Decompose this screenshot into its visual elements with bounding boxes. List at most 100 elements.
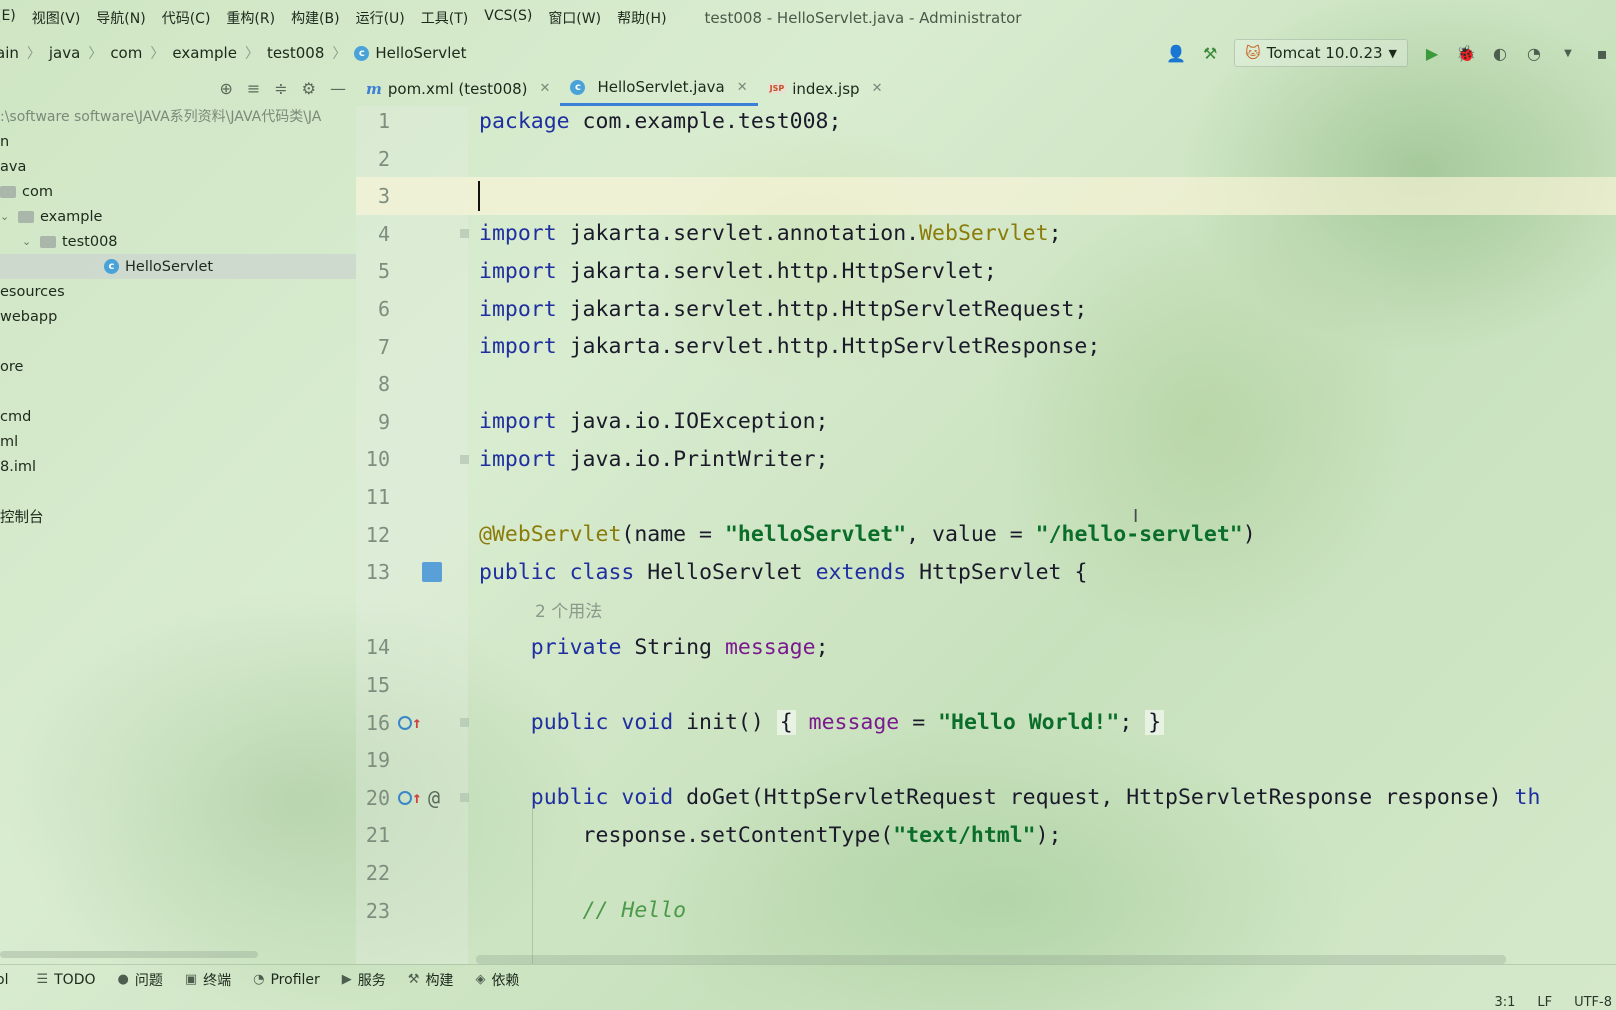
code-text[interactable]: public void doGet(HttpServletRequest req…: [479, 785, 1541, 810]
menu-item[interactable]: 窗口(W): [540, 8, 609, 28]
menu-item[interactable]: 导航(N): [88, 8, 153, 28]
tool-window-button[interactable]: ▣ 终端: [185, 970, 231, 990]
more-actions-icon[interactable]: ▼: [1558, 43, 1578, 63]
tool-window-button[interactable]: ● 问题: [118, 970, 163, 990]
breadcrumb-item[interactable]: c HelloServlet: [354, 44, 466, 62]
menu-item[interactable]: 构建(B): [283, 8, 348, 28]
code-line[interactable]: 9 import java.io.IOException;: [356, 403, 1616, 441]
chevron-down-icon[interactable]: ⌄: [0, 210, 14, 223]
fold-marker-icon[interactable]: [460, 718, 469, 728]
code-line[interactable]: 21 response.setContentType("text/html");: [356, 816, 1616, 854]
menu-item[interactable]: (E): [0, 8, 24, 28]
breadcrumb-item[interactable]: com: [110, 44, 142, 62]
code-line[interactable]: 23 // Hello: [356, 892, 1616, 930]
run-configuration-selector[interactable]: 🐱 Tomcat 10.0.23 ▼: [1234, 39, 1408, 67]
code-line[interactable]: 22: [356, 854, 1616, 892]
code-text[interactable]: public class HelloServlet extends HttpSe…: [479, 560, 1087, 585]
code-line[interactable]: 7 import jakarta.servlet.http.HttpServlet…: [356, 328, 1616, 366]
code-line[interactable]: 19: [356, 741, 1616, 779]
code-text[interactable]: // Hello: [479, 898, 687, 923]
code-text[interactable]: import java.io.PrintWriter;: [479, 447, 829, 472]
editor-horizontal-scrollbar[interactable]: [476, 955, 1506, 964]
tree-item[interactable]: [0, 379, 356, 404]
close-icon[interactable]: ✕: [540, 81, 551, 96]
code-line[interactable]: 13 public class HelloServlet extends Http…: [356, 553, 1616, 591]
menu-item[interactable]: 工具(T): [413, 8, 476, 28]
endpoint-icon[interactable]: @: [428, 786, 440, 810]
code-text[interactable]: @WebServlet(name = "helloServlet", value…: [479, 522, 1256, 547]
overrides-arrow-icon[interactable]: ↑: [412, 788, 422, 807]
tree-item[interactable]: webapp: [0, 304, 356, 329]
project-horizontal-scrollbar[interactable]: [0, 951, 258, 958]
tree-item[interactable]: ava: [0, 154, 356, 179]
tree-item[interactable]: ore: [0, 354, 356, 379]
gear-icon[interactable]: ⚙: [302, 79, 316, 98]
tree-item[interactable]: ⌄ test008: [0, 229, 356, 254]
tree-item[interactable]: [0, 329, 356, 354]
code-line[interactable]: 16 public void init() { message = "Hello…: [356, 704, 1616, 742]
breadcrumb-item[interactable]: java: [49, 44, 80, 62]
editor-tab[interactable]: c HelloServlet.java ✕: [560, 71, 758, 106]
tool-window-button[interactable]: ⚒ 构建: [408, 970, 454, 990]
chevron-down-icon[interactable]: ⌄: [22, 235, 36, 248]
code-line[interactable]: 11: [356, 478, 1616, 516]
servlet-gutter-icon[interactable]: [422, 562, 442, 583]
close-icon[interactable]: ✕: [737, 80, 748, 95]
usages-hint[interactable]: 2 个用法: [535, 597, 602, 622]
locate-icon[interactable]: ⊕: [219, 79, 232, 98]
tree-item[interactable]: 控制台: [0, 504, 356, 529]
code-line[interactable]: 14 private String message;: [356, 628, 1616, 666]
tree-item[interactable]: com: [0, 179, 356, 204]
collapse-all-icon[interactable]: ≑: [274, 79, 287, 98]
code-line[interactable]: 4 import jakarta.servlet.annotation.WebSe…: [356, 215, 1616, 253]
profile-icon[interactable]: ◔: [1524, 43, 1544, 63]
code-text[interactable]: import jakarta.servlet.annotation.WebSer…: [479, 221, 1062, 246]
code-line[interactable]: 15: [356, 666, 1616, 704]
menu-item[interactable]: 代码(C): [154, 8, 219, 28]
tree-item[interactable]: 8.iml: [0, 454, 356, 479]
code-text[interactable]: import jakarta.servlet.http.HttpServletR…: [479, 334, 1100, 359]
code-line[interactable]: 3: [356, 177, 1616, 216]
tree-item[interactable]: esources: [0, 279, 356, 304]
menu-item[interactable]: VCS(S): [476, 8, 540, 28]
overrides-arrow-icon[interactable]: ↑: [412, 713, 422, 732]
tree-item[interactable]: ⌄ example: [0, 204, 356, 229]
code-line[interactable]: 6 import jakarta.servlet.http.HttpServlet…: [356, 290, 1616, 328]
code-line[interactable]: 12 @WebServlet(name = "helloServlet", val…: [356, 516, 1616, 554]
build-hammer-icon[interactable]: ⚒: [1200, 43, 1220, 63]
tree-item[interactable]: cmd: [0, 404, 356, 429]
menu-item[interactable]: 视图(V): [24, 8, 89, 28]
menu-item[interactable]: 重构(R): [218, 8, 283, 28]
code-text[interactable]: import jakarta.servlet.http.HttpServlet;: [479, 259, 997, 284]
fold-marker-icon[interactable]: [460, 229, 469, 239]
breadcrumb-item[interactable]: example: [172, 44, 237, 62]
fold-marker-icon[interactable]: [460, 793, 469, 803]
code-editor[interactable]: 1 package com.example.test008; 2 3 4 import j…: [356, 106, 1616, 964]
code-line[interactable]: 5 import jakarta.servlet.http.HttpServlet…: [356, 252, 1616, 290]
user-account-icon[interactable]: 👤: [1166, 43, 1186, 63]
code-line[interactable]: 2: [356, 140, 1616, 178]
tool-window-button[interactable]: ol: [0, 972, 8, 988]
code-text[interactable]: response.setContentType("text/html");: [479, 823, 1062, 848]
editor-tab[interactable]: m pom.xml (test008) ✕: [356, 71, 560, 106]
code-text[interactable]: package com.example.test008;: [479, 109, 841, 134]
editor-tab[interactable]: JSP index.jsp ✕: [758, 71, 893, 106]
code-text[interactable]: import jakarta.servlet.http.HttpServletR…: [479, 297, 1087, 322]
coverage-icon[interactable]: ◐: [1490, 43, 1510, 63]
fold-marker-icon[interactable]: [460, 454, 469, 464]
code-text[interactable]: private String message;: [479, 635, 829, 660]
code-line[interactable]: 8: [356, 365, 1616, 403]
line-separator[interactable]: LF: [1537, 995, 1552, 1010]
tool-window-button[interactable]: ◔ Profiler: [253, 972, 320, 988]
tree-item[interactable]: ml: [0, 429, 356, 454]
tool-window-button[interactable]: ◈ 依赖: [475, 970, 519, 990]
code-line[interactable]: 10 import java.io.PrintWriter;: [356, 440, 1616, 478]
breadcrumb-item[interactable]: test008: [267, 44, 324, 62]
code-text[interactable]: import java.io.IOException;: [479, 409, 829, 434]
code-line[interactable]: 2 个用法: [356, 591, 1616, 629]
tree-item[interactable]: [0, 479, 356, 504]
stop-icon[interactable]: ▪: [1592, 43, 1612, 63]
hide-icon[interactable]: —: [330, 79, 346, 98]
caret-position[interactable]: 3:1: [1494, 995, 1515, 1010]
menu-item[interactable]: 帮助(H): [609, 8, 674, 28]
